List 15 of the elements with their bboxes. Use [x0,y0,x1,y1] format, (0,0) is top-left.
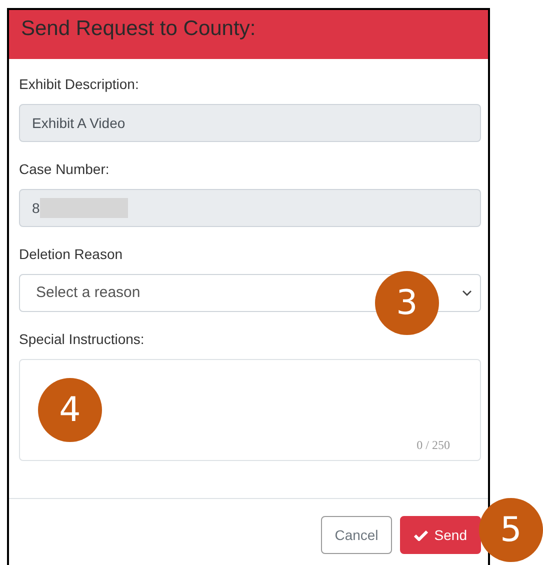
send-button[interactable]: Send [400,516,481,554]
field-value: 8 [32,198,40,218]
chevron-down-icon [462,290,472,296]
cancel-button[interactable]: Cancel [320,516,392,554]
step-number-badge: 5 [479,498,543,562]
placeholder-text: Select a reason [36,282,140,303]
field-label: Exhibit Description: [19,75,139,94]
readonly-field[interactable]: 8 [19,189,481,227]
readonly-field[interactable]: Exhibit A Video [19,104,481,142]
field-label: Case Number: [19,160,110,179]
field-label: Deletion Reason [19,245,123,264]
modal-title: Send Request to County: [21,16,257,42]
character-counter: 0 / 250 [416,437,450,454]
checkmark-icon [414,530,428,540]
field-label: Special Instructions: [19,330,144,349]
